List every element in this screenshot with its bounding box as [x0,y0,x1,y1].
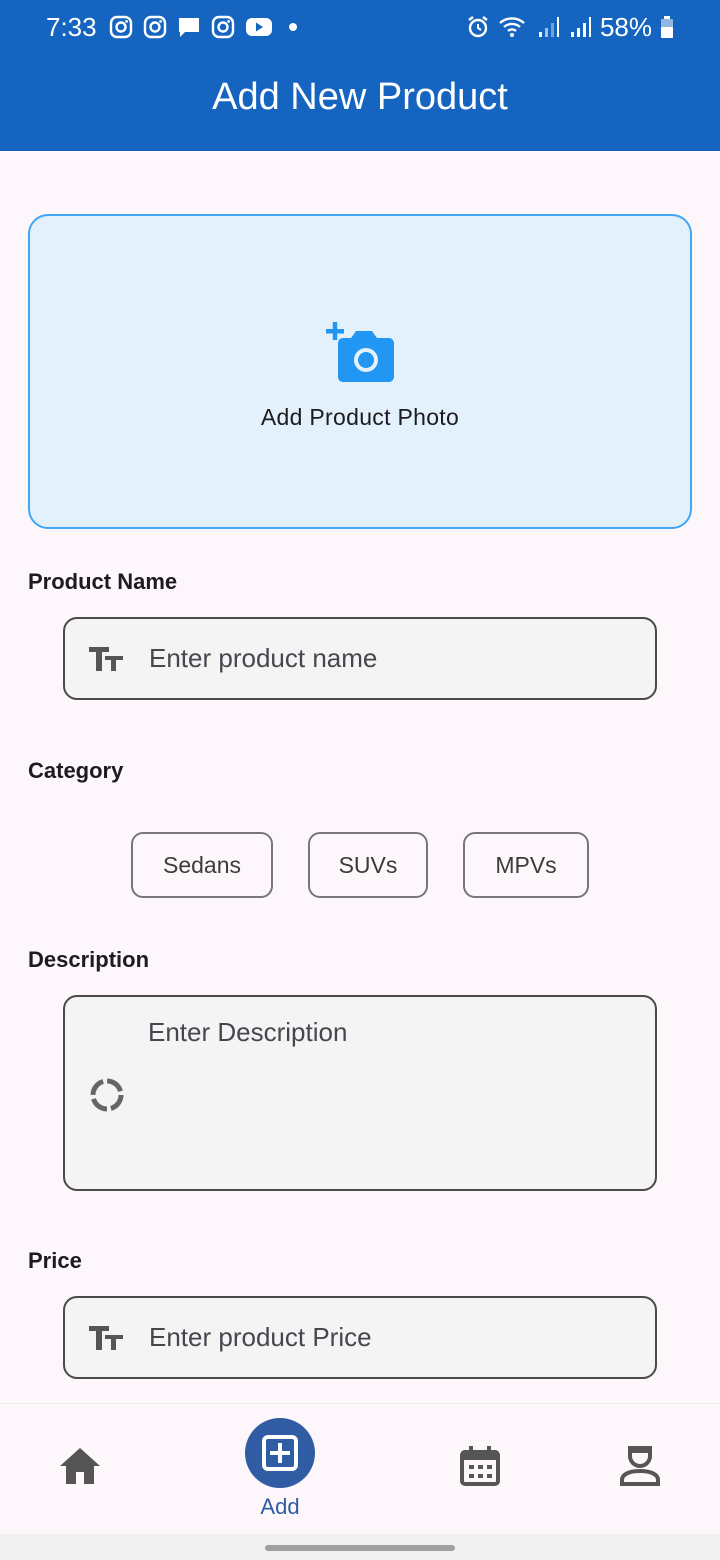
status-left: 7:33 [46,12,297,43]
message-icon [178,18,199,37]
price-placeholder: Enter product Price [149,1322,372,1352]
add-photo-button[interactable]: Add Product Photo [28,214,692,529]
product-name-label: Product Name [28,569,178,594]
page-title: Add New Product [212,76,508,118]
home-icon [60,1448,100,1484]
person-icon [620,1446,660,1486]
signal-icon [538,17,559,37]
nav-add-label: Add [260,1494,300,1519]
nav-add[interactable]: Add [240,1404,320,1535]
alarm-icon [468,16,488,38]
instagram-icon [211,15,234,39]
bottom-navigation: Add [0,1403,720,1534]
instagram-icon [109,15,132,39]
app-bar: 7:33 58% Add New Product [0,0,720,151]
category-chip-sedans[interactable]: Sedans [131,832,273,898]
add-camera-icon [324,320,394,382]
nav-calendar[interactable] [456,1404,504,1535]
text-fields-icon [89,646,123,671]
battery-percent: 58% [599,11,652,42]
product-name-input[interactable]: Enter product name [63,617,657,700]
description-input[interactable]: Enter Description [63,995,657,1191]
loading-circle-icon [90,1078,124,1112]
instagram-icon [143,15,166,39]
add-photo-label: Add Product Photo [260,404,460,430]
gesture-bar [0,1534,720,1560]
signal-icon [570,17,591,37]
status-time: 7:33 [46,11,97,42]
battery-icon [661,16,673,38]
description-placeholder: Enter Description [148,1017,348,1047]
calendar-icon [460,1446,500,1486]
youtube-icon [245,18,272,36]
category-chip-suvs[interactable]: SUVs [308,832,428,898]
wifi-icon [499,17,525,37]
price-input[interactable]: Enter product Price [63,1296,657,1379]
add-nav-indicator [245,1418,315,1488]
status-right: 58% [466,12,674,43]
notification-dot [288,23,297,31]
price-label: Price [28,1248,82,1273]
description-label: Description [28,947,150,972]
category-chip-mpvs[interactable]: MPVs [463,832,589,898]
home-gesture-handle[interactable] [265,1545,455,1551]
status-bar: 7:33 58% [0,0,720,54]
category-label: Category [28,758,124,783]
add-box-icon [262,1435,298,1471]
nav-profile[interactable] [616,1404,664,1535]
product-name-placeholder: Enter product name [149,643,378,673]
nav-home[interactable] [56,1404,104,1535]
text-fields-icon [89,1325,123,1350]
